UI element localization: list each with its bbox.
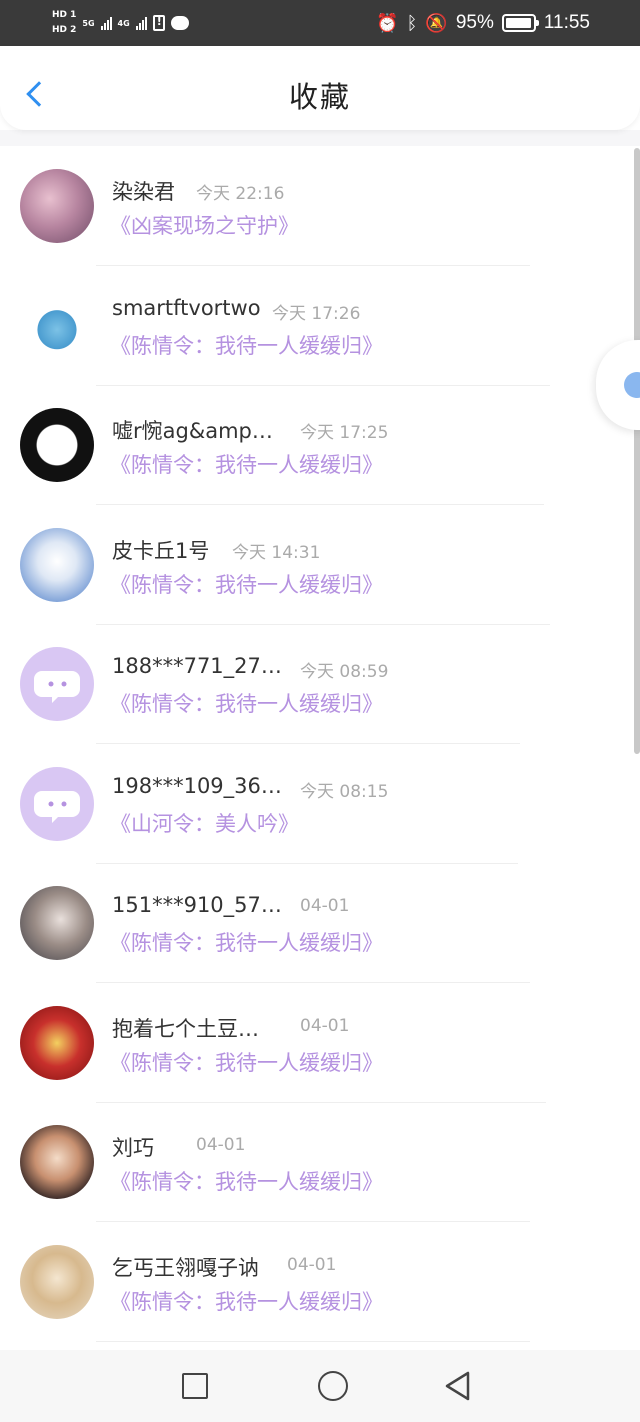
avatar[interactable] — [20, 1005, 94, 1080]
status-left: HD 1 HD 2 5G 4G — [52, 6, 189, 40]
hd-indicators: HD 1 HD 2 — [52, 9, 76, 37]
list-item[interactable]: 嘘r惋ag&amp… 今天 17:25 《陈情令：我待一人缓缓归》 — [0, 385, 640, 505]
avatar[interactable] — [20, 527, 94, 602]
chat-bubble-icon — [34, 671, 80, 703]
user-name[interactable]: 抱着七个土豆… — [112, 1013, 259, 1043]
user-name[interactable]: 188***771_27… — [112, 654, 282, 678]
bluetooth-icon: ᛒ — [406, 12, 418, 33]
sim-alert-icon — [152, 15, 165, 31]
avatar[interactable] — [20, 288, 94, 363]
user-name[interactable]: 嘘r惋ag&amp… — [112, 415, 273, 445]
assistant-icon — [624, 372, 640, 398]
avatar[interactable] — [20, 408, 94, 482]
network-5g-label: 5G — [82, 18, 95, 28]
list-item[interactable]: 皮卡丘1号 今天 14:31 《陈情令：我待一人缓缓归》 — [0, 505, 640, 625]
home-icon[interactable] — [318, 1371, 348, 1401]
battery-percent: 95% — [455, 12, 494, 33]
list-item[interactable]: 188***771_27… 今天 08:59 《陈情令：我待一人缓缓归》 — [0, 624, 640, 744]
user-name[interactable]: 151***910_57… — [112, 893, 282, 917]
hd2-label: HD 2 — [52, 25, 77, 35]
timestamp: 今天 17:26 — [272, 303, 361, 324]
signal-icon — [135, 16, 147, 30]
signal-icon — [100, 16, 112, 30]
battery-fill — [505, 18, 531, 28]
avatar[interactable] — [20, 169, 94, 243]
divider — [96, 1340, 530, 1342]
chat-bubble-icon — [34, 790, 80, 823]
timestamp: 04-01 — [196, 1135, 246, 1155]
avatar[interactable] — [20, 647, 94, 721]
status-right: ⏰ ᛒ 🔕 95% 11:55 — [376, 8, 590, 38]
scrollbar[interactable] — [634, 148, 640, 754]
work-title-link[interactable]: 《陈情令：我待一人缓缓归》 — [110, 688, 383, 718]
work-title-link[interactable]: 《凶案现场之守护》 — [110, 210, 299, 240]
message-icon — [170, 16, 189, 30]
user-name[interactable]: 乞丐王翎嘎子讷 — [112, 1252, 259, 1282]
avatar[interactable] — [20, 766, 94, 841]
work-title-link[interactable]: 《陈情令：我待一人缓缓归》 — [110, 330, 383, 360]
list-item[interactable]: 染染君 今天 22:16 《凶案现场之守护》 — [0, 146, 640, 266]
status-bar: HD 1 HD 2 5G 4G ⏰ ᛒ 🔕 95% 11:55 — [0, 0, 640, 46]
avatar[interactable] — [20, 886, 94, 960]
work-title-link[interactable]: 《陈情令：我待一人缓缓归》 — [110, 569, 383, 599]
system-nav-bar — [0, 1350, 640, 1422]
work-title-link[interactable]: 《陈情令：我待一人缓缓归》 — [110, 449, 383, 479]
timestamp: 今天 22:16 — [196, 184, 285, 204]
list-item[interactable]: 抱着七个土豆… 04-01 《陈情令：我待一人缓缓归》 — [0, 983, 640, 1103]
list-item[interactable]: 151***910_57… 04-01 《陈情令：我待一人缓缓归》 — [0, 863, 640, 983]
timestamp: 04-01 — [300, 896, 350, 916]
hd1-label: HD 1 — [52, 10, 77, 20]
page-title: 收藏 — [288, 80, 351, 114]
favorites-list[interactable]: 染染君 今天 22:16 《凶案现场之守护》 smartftvortwo 今天 17:2… — [0, 146, 640, 1350]
network-4g-label: 4G — [117, 18, 130, 28]
header-gap — [0, 130, 640, 146]
timestamp: 今天 08:59 — [300, 662, 389, 682]
work-title-link[interactable]: 《山河令：美人吟》 — [110, 808, 299, 838]
mute-icon: 🔕 — [425, 12, 448, 33]
user-name[interactable]: smartftvortwo — [112, 296, 261, 320]
app-root: HD 1 HD 2 5G 4G ⏰ ᛒ 🔕 95% 11:55 收藏 染染君今天… — [0, 0, 640, 1422]
list-item[interactable]: 198***109_36… 今天 08:15 《山河令：美人吟》 — [0, 744, 640, 864]
list-item[interactable]: 乞丐王翎嘎子讷 04-01 《陈情令：我待一人缓缓归》 — [0, 1222, 640, 1342]
clock: 11:55 — [543, 12, 590, 33]
avatar[interactable] — [20, 1125, 94, 1199]
timestamp: 04-01 — [300, 1015, 350, 1036]
work-title-link[interactable]: 《陈情令：我待一人缓缓归》 — [110, 927, 383, 957]
list-item[interactable]: 刘巧 04-01 《陈情令：我待一人缓缓归》 — [0, 1102, 640, 1222]
list-item[interactable]: smartftvortwo 今天 17:26 《陈情令：我待一人缓缓归》 — [0, 266, 640, 386]
recent-apps-icon[interactable] — [182, 1373, 208, 1399]
user-name[interactable]: 皮卡丘1号 — [112, 535, 209, 565]
user-name[interactable]: 198***109_36… — [112, 774, 282, 798]
user-name[interactable]: 染染君 — [112, 176, 175, 206]
header-bar: 收藏 — [0, 46, 640, 130]
alarm-icon: ⏰ — [376, 12, 399, 33]
work-title-link[interactable]: 《陈情令：我待一人缓缓归》 — [110, 1166, 383, 1196]
timestamp: 04-01 — [287, 1254, 337, 1275]
work-title-link[interactable]: 《陈情令：我待一人缓缓归》 — [110, 1286, 383, 1316]
timestamp: 今天 08:15 — [300, 781, 389, 802]
work-title-link[interactable]: 《陈情令：我待一人缓缓归》 — [110, 1047, 383, 1077]
timestamp: 今天 14:31 — [232, 542, 321, 563]
user-name[interactable]: 刘巧 — [112, 1132, 154, 1162]
battery-icon — [501, 14, 539, 32]
timestamp: 今天 17:25 — [300, 423, 389, 443]
avatar[interactable] — [20, 1244, 94, 1319]
